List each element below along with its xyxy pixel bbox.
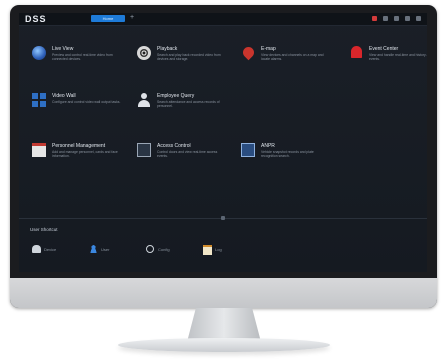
module-description: Preview and control real-time video from… (52, 53, 113, 61)
module-title: Access Control (157, 143, 191, 149)
settings-icon[interactable] (394, 16, 399, 21)
module-title: E-map (261, 46, 276, 52)
module-personnel-management[interactable]: Personnel Management Add and manage pers… (32, 143, 124, 179)
module-live-view[interactable]: Live View Preview and control real-time … (32, 46, 124, 82)
module-description: View devices and channels on a map and l… (261, 53, 324, 61)
window-close-icon[interactable] (416, 16, 421, 21)
module-description: Add and manage personnel, cards and face… (52, 150, 118, 158)
module-title: Personnel Management (52, 143, 106, 149)
log-icon (203, 245, 212, 255)
module-title: Live View (52, 46, 74, 52)
collapse-handle-icon[interactable] (221, 216, 225, 220)
module-description: Search attendance and access records of … (157, 100, 220, 108)
alarm-light-icon (351, 46, 362, 58)
module-title: Event Center (369, 46, 399, 52)
module-title: Employee Query (157, 93, 195, 99)
top-icons (372, 16, 421, 21)
module-event-center[interactable]: Event Center View and handle real-time a… (349, 46, 427, 82)
module-anpr[interactable]: ANPR Vehicle snapshot records and plate … (241, 143, 333, 179)
monitor: DSS Home + Live View Preview and control… (10, 5, 437, 308)
film-reel-icon (137, 46, 151, 60)
shortcut-label: User (101, 247, 110, 252)
message-icon[interactable] (383, 16, 388, 21)
module-description: View and handle real-time and history al… (369, 53, 427, 61)
module-title: Playback (157, 46, 178, 52)
calendar-icon (32, 143, 46, 157)
module-employee-query[interactable]: Employee Query Search attendance and acc… (137, 93, 229, 129)
shortcut-label: Config (158, 247, 170, 252)
tab-home[interactable]: Home (91, 15, 125, 22)
monitor-stand-base (118, 338, 330, 352)
add-tab-button[interactable]: + (130, 14, 134, 22)
shortcut-label: Log (215, 247, 222, 252)
module-title: Video Wall (52, 93, 76, 99)
person-icon (137, 93, 151, 107)
globe-icon (32, 46, 46, 60)
module-e-map[interactable]: E-map View devices and channels on a map… (240, 44, 333, 82)
module-description: Configure and control video wall output … (52, 100, 121, 104)
top-bar: DSS Home + (19, 13, 427, 26)
user-icon[interactable] (405, 16, 410, 21)
settings-icon (146, 245, 154, 253)
shortcuts-title: User Shortcut (30, 227, 58, 232)
module-access-control[interactable]: Access Control Control doors and view re… (137, 143, 229, 179)
shortcut-label: Device (44, 247, 57, 252)
video-icon (241, 143, 255, 157)
video-wall-grid-icon (32, 93, 46, 107)
screen: DSS Home + Live View Preview and control… (19, 13, 427, 272)
user-icon (89, 245, 98, 253)
module-playback[interactable]: Playback Search and play back recorded v… (137, 46, 229, 82)
device-icon (32, 245, 41, 253)
app-logo: DSS (25, 14, 47, 24)
monitor-chin (10, 278, 437, 308)
module-title: ANPR (261, 143, 275, 149)
alarm-icon[interactable] (372, 16, 377, 21)
module-description: Vehicle snapshot records and plate recog… (261, 150, 314, 158)
module-description: Control doors and view real-time access … (157, 150, 218, 158)
module-video-wall[interactable]: Video Wall Configure and control video w… (32, 93, 124, 129)
module-description: Search and play back recorded video from… (157, 53, 221, 61)
map-pin-icon (240, 44, 257, 61)
monitor-stand-neck (187, 308, 261, 342)
door-icon (137, 143, 151, 157)
